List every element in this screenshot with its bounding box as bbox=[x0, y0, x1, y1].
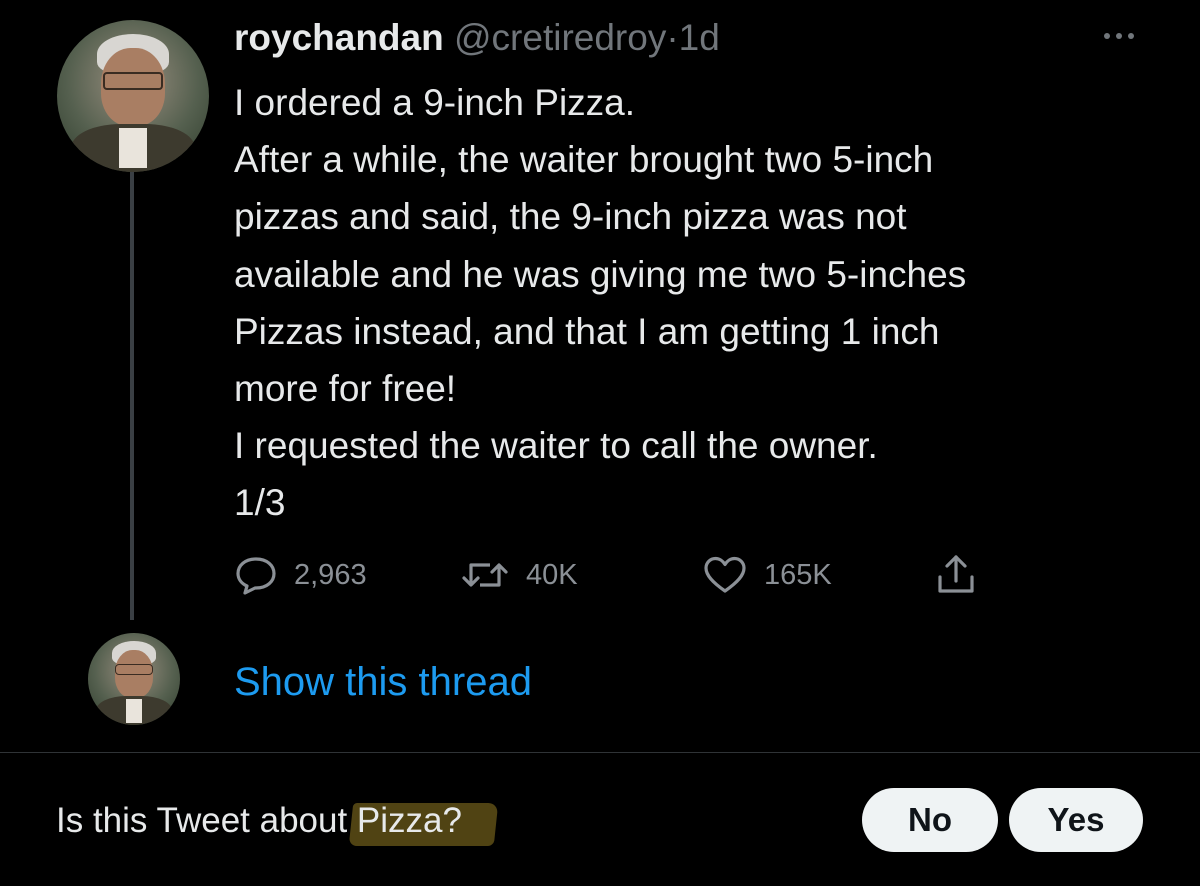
avatar-collar bbox=[126, 699, 142, 723]
topic-highlight: Pizza? bbox=[356, 801, 462, 840]
share-button[interactable] bbox=[934, 550, 978, 600]
header-separator: · bbox=[666, 17, 679, 58]
tweet-text-line: more for free! bbox=[234, 368, 457, 410]
reply-icon bbox=[236, 557, 276, 595]
avatar-glasses bbox=[115, 664, 153, 675]
share-icon bbox=[938, 555, 974, 593]
tweet-header: roychandan @cretiredroy·1d bbox=[234, 16, 720, 60]
author-avatar[interactable] bbox=[57, 20, 209, 172]
tweet-text-line: I requested the waiter to call the owner… bbox=[234, 425, 878, 467]
show-thread-link[interactable]: Show this thread bbox=[234, 656, 532, 708]
tweet-text-line: available and he was giving me two 5-inc… bbox=[234, 253, 967, 295]
retweet-count: 40K bbox=[526, 559, 578, 591]
tweet-text-line: 1/3 bbox=[234, 482, 286, 524]
tweet-text-line: After a while, the waiter brought two 5-… bbox=[234, 139, 934, 181]
like-count: 165K bbox=[764, 559, 832, 591]
section-divider bbox=[0, 752, 1200, 753]
no-button[interactable]: No bbox=[862, 788, 998, 852]
tweet-text-line: pizzas and said, the 9-inch pizza was no… bbox=[234, 196, 907, 238]
avatar-glasses bbox=[103, 72, 163, 90]
topic-question-text: Is this Tweet about bbox=[56, 801, 357, 840]
yes-button[interactable]: Yes bbox=[1009, 788, 1143, 852]
author-name[interactable]: roychandan bbox=[234, 17, 444, 58]
retweet-button[interactable]: 40K bbox=[460, 550, 578, 600]
reply-button[interactable]: 2,963 bbox=[234, 550, 367, 600]
reply-count: 2,963 bbox=[294, 559, 367, 591]
author-handle[interactable]: @cretiredroy bbox=[454, 17, 666, 58]
heart-icon bbox=[704, 556, 746, 593]
tweet-actions: 2,963 40K 165K bbox=[234, 550, 994, 600]
thread-avatar[interactable] bbox=[88, 633, 180, 725]
tweet-text: I ordered a 9-inch Pizza. After a while,… bbox=[234, 74, 1164, 532]
thread-connector-line bbox=[130, 172, 134, 620]
like-button[interactable]: 165K bbox=[702, 550, 832, 600]
retweet-icon bbox=[462, 563, 508, 587]
topic-question: Is this Tweet about Pizza? bbox=[56, 796, 462, 846]
tweet-text-line: I ordered a 9-inch Pizza. bbox=[234, 82, 636, 123]
more-horizontal-icon[interactable] bbox=[1098, 30, 1140, 42]
tweet-text-line: Pizzas instead, and that I am getting 1 … bbox=[234, 310, 940, 352]
avatar-collar bbox=[119, 128, 147, 168]
tweet-timestamp[interactable]: 1d bbox=[679, 17, 720, 58]
